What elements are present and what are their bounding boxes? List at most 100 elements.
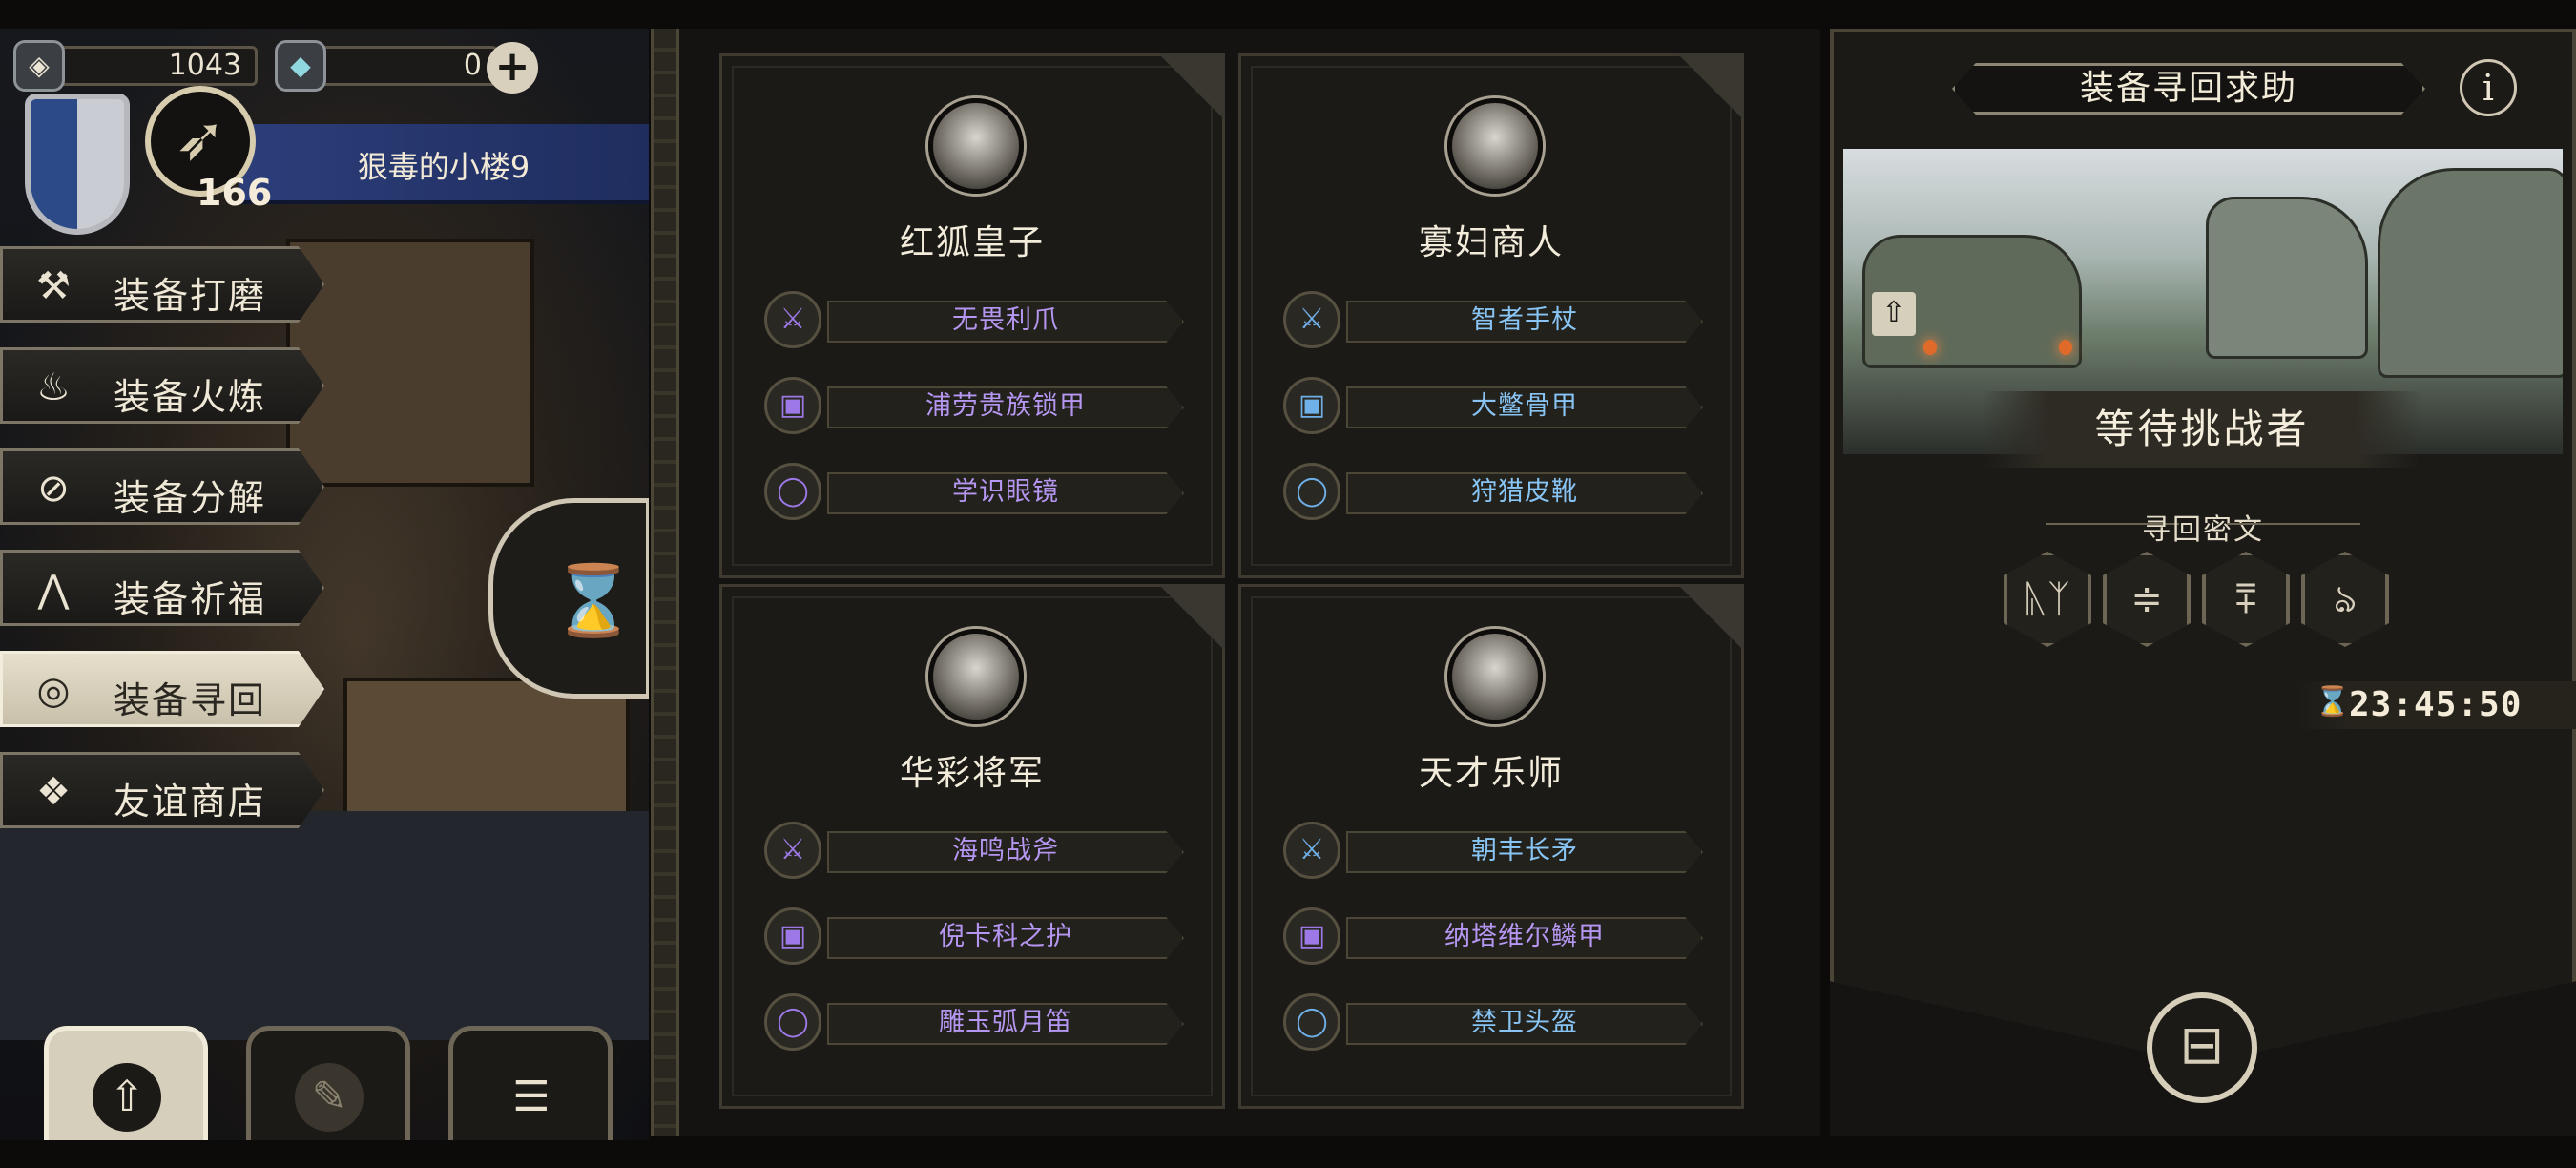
menu-label: 装备打磨 [114, 275, 267, 317]
runes-label: 寻回密文 [2142, 513, 2264, 547]
trash-icon[interactable]: ⊟ [2147, 992, 2257, 1103]
item-name: 朝丰长矛 [1471, 836, 1578, 866]
currency-1-value: 1043 [168, 49, 241, 82]
armor-icon: ▣ [764, 377, 821, 434]
equipment-slot[interactable]: ◯ 雕玉弧月笛 [764, 993, 1184, 1054]
equipment-slot[interactable]: ⚔ 无畏利爪 [764, 291, 1184, 352]
ring-icon: ◯ [764, 993, 821, 1051]
hero-name: 华彩将军 [899, 754, 1045, 793]
left-panel: 1043 ◈ 0 ◆ + 狠毒的小楼9 ➶ 166 ⚒ 装备打磨 ♨ 装备火炼 … [0, 29, 649, 1140]
sword-icon: ⚔ [764, 291, 821, 348]
street-bg [0, 811, 649, 1040]
player-level: 166 [197, 172, 273, 214]
top-resource-bar: 1043 ◈ 0 ◆ + [0, 36, 649, 94]
list-tab-button[interactable]: ☰ [448, 1026, 613, 1140]
item-name: 浦劳贵族锁甲 [925, 391, 1086, 421]
info-button[interactable]: i [2460, 59, 2517, 116]
hero-name: 红狐皇子 [899, 223, 1045, 262]
equipment-slot[interactable]: ⚔ 朝丰长矛 [1283, 822, 1703, 883]
ring-icon: ◯ [1283, 993, 1340, 1051]
location-banner: 狠毒的小楼9 [239, 124, 649, 204]
feather-icon: ✎ [295, 1063, 364, 1132]
currency-1-counter: 1043 [57, 46, 258, 86]
equipment-slot[interactable]: ◯ 禁卫头盔 [1283, 993, 1703, 1054]
equipment-slot[interactable]: ◯ 狩猎皮靴 [1283, 463, 1703, 524]
hero-card[interactable]: 红狐皇子 ⚔ 无畏利爪 ▣ 浦劳贵族锁甲 ◯ 学识眼镜 [719, 53, 1225, 578]
status-banner: 等待挑战者 [1983, 391, 2421, 468]
item-name: 无畏利爪 [952, 305, 1059, 335]
retrieval-help-panel: 装备寻回求助 i ⇧ 等待挑战者 寻回密文 ᚣᛉ ≑ ⩱ ঌ ⌛ 23:45:5… [1830, 29, 2576, 1136]
fox-icon: ❖ [36, 770, 71, 814]
guild-shield-icon[interactable] [25, 94, 130, 235]
item-name: 海鸣战斧 [952, 836, 1059, 866]
menu-item-dismantle[interactable]: ⊘ 装备分解 [0, 448, 324, 525]
collapse-side-handle[interactable]: ⌛ [488, 498, 649, 699]
upload-icon[interactable]: ⇧ [1872, 292, 1916, 336]
armor-icon: ▣ [764, 907, 821, 965]
item-name: 倪卡科之护 [939, 922, 1072, 951]
menu-item-refine[interactable]: ♨ 装备火炼 [0, 347, 324, 424]
hero-portrait [928, 98, 1024, 194]
equipment-slot[interactable]: ⚔ 智者手杖 [1283, 291, 1703, 352]
item-name: 纳塔维尔鳞甲 [1444, 922, 1605, 951]
menu-item-polish[interactable]: ⚒ 装备打磨 [0, 246, 324, 323]
armor-icon: ▣ [1283, 377, 1340, 434]
flame-icon: ♨ [36, 365, 71, 409]
menu-item-retrieve[interactable]: ◎ 装备寻回 [0, 651, 324, 727]
torch-icon [2059, 340, 2072, 355]
card-corner [1677, 53, 1744, 120]
hero-name: 天才乐师 [1418, 754, 1564, 793]
hourglass-icon: ⌛ [551, 560, 636, 640]
prayer-icon: ⋀ [37, 568, 70, 612]
menu-label: 友谊商店 [114, 781, 267, 823]
hero-name: 寡妇商人 [1418, 223, 1564, 262]
menu-item-friendship-shop[interactable]: ❖ 友谊商店 [0, 752, 324, 828]
card-corner [1158, 53, 1225, 120]
equipment-slot[interactable]: ▣ 浦劳贵族锁甲 [764, 377, 1184, 438]
timer-value: 23:45:50 [2349, 685, 2523, 724]
rock-shape [2378, 168, 2563, 378]
item-name: 禁卫头盔 [1471, 1008, 1578, 1037]
building-bg [286, 239, 534, 487]
item-name: 狩猎皮靴 [1471, 477, 1578, 507]
hero-card[interactable]: 天才乐师 ⚔ 朝丰长矛 ▣ 纳塔维尔鳞甲 ◯ 禁卫头盔 [1238, 584, 1744, 1109]
hourglass-icon: ⌛ [2315, 685, 2351, 719]
item-name: 智者手杖 [1471, 305, 1578, 335]
ring-icon: ◯ [1283, 463, 1340, 520]
ring-icon: ◯ [764, 463, 821, 520]
panel-divider [651, 29, 679, 1136]
rock-shape [2206, 197, 2368, 359]
hero-portrait [1447, 629, 1543, 724]
silver-coin-icon: ◈ [13, 40, 65, 92]
hero-card[interactable]: 寡妇商人 ⚔ 智者手杖 ▣ 大鳖骨甲 ◯ 狩猎皮靴 [1238, 53, 1744, 578]
equipment-slot[interactable]: ▣ 大鳖骨甲 [1283, 377, 1703, 438]
currency-2-value: 0 [463, 49, 482, 82]
torch-icon [1923, 340, 1937, 355]
menu-label: 装备祈福 [114, 578, 267, 620]
hammer-icon: ⚒ [36, 264, 71, 308]
feather-tab-button[interactable]: ✎ [246, 1026, 410, 1140]
menu-item-bless[interactable]: ⋀ 装备祈福 [0, 550, 324, 626]
recruit-cards-panel: 红狐皇子 ⚔ 无畏利爪 ▣ 浦劳贵族锁甲 ◯ 学识眼镜 寡妇商人 ⚔ 智者手杖 … [679, 29, 1820, 1136]
equipment-slot[interactable]: ⚔ 海鸣战斧 [764, 822, 1184, 883]
panel-title: 装备寻回求助 [1952, 63, 2425, 115]
upload-tab-button[interactable]: ⇧ [44, 1026, 208, 1140]
card-corner [1158, 584, 1225, 651]
hero-portrait [928, 629, 1024, 724]
location-name: 狠毒的小楼9 [357, 149, 530, 185]
equipment-slot[interactable]: ▣ 倪卡科之护 [764, 907, 1184, 969]
sword-icon: ⚔ [764, 822, 821, 879]
crystal-gem-icon: ◆ [275, 40, 326, 92]
menu-label: 装备寻回 [114, 679, 267, 721]
equipment-slot[interactable]: ◯ 学识眼镜 [764, 463, 1184, 524]
card-corner [1677, 584, 1744, 651]
sword-icon: ⚔ [1283, 822, 1340, 879]
menu-label: 装备分解 [114, 477, 267, 519]
item-name: 雕玉弧月笛 [939, 1008, 1072, 1037]
item-name: 学识眼镜 [952, 477, 1059, 507]
split-icon: ⊘ [37, 467, 70, 511]
hero-card[interactable]: 华彩将军 ⚔ 海鸣战斧 ▣ 倪卡科之护 ◯ 雕玉弧月笛 [719, 584, 1225, 1109]
hero-portrait [1447, 98, 1543, 194]
equipment-slot[interactable]: ▣ 纳塔维尔鳞甲 [1283, 907, 1703, 969]
add-currency-button[interactable]: + [487, 42, 538, 94]
